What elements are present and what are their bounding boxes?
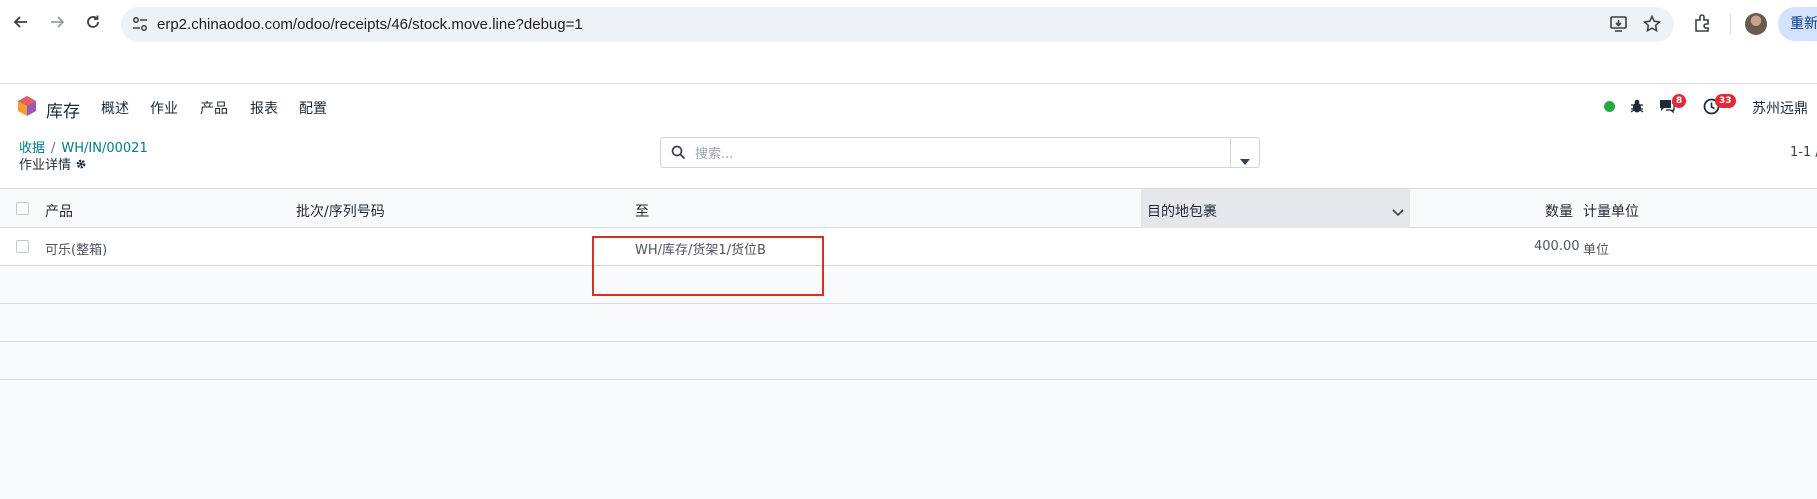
chevron-down-icon[interactable] xyxy=(1392,202,1404,221)
table-header: 产品 批次/序列号码 至 目的地包裹 数量 计量单位 xyxy=(0,188,1817,228)
cell-product[interactable]: 可乐(整箱) xyxy=(45,239,107,258)
search-options-toggle[interactable] xyxy=(1230,137,1260,168)
search-input[interactable] xyxy=(693,142,1197,166)
bookmarks-bar xyxy=(0,50,1817,84)
pager-value[interactable]: 1-1 / xyxy=(1790,145,1817,160)
inventory-app-icon[interactable] xyxy=(16,95,38,121)
search-bar[interactable] xyxy=(660,137,1259,168)
annotation-highlight-box xyxy=(592,236,824,296)
divider xyxy=(1730,14,1731,34)
site-settings-icon[interactable] xyxy=(131,15,149,37)
page-title: 作业详情 xyxy=(19,154,87,174)
browser-toolbar: erp2.chinaodoo.com/odoo/receipts/46/stoc… xyxy=(0,0,1817,51)
empty-row xyxy=(0,266,1817,304)
company-switcher[interactable]: 苏州远鼎 xyxy=(1752,98,1808,118)
page-title-text: 作业详情 xyxy=(19,158,72,173)
empty-row xyxy=(0,342,1817,380)
row-checkbox[interactable] xyxy=(16,240,29,253)
url-text[interactable]: erp2.chinaodoo.com/odoo/receipts/46/stoc… xyxy=(157,16,583,33)
control-panel: 收据/WH/IN/00021 作业详情 1-1 / xyxy=(0,130,1817,188)
list-view: 产品 批次/序列号码 至 目的地包裹 数量 计量单位 可乐(整箱) WH/库存/… xyxy=(0,188,1817,499)
reload-button[interactable] xyxy=(81,12,105,36)
menu-configuration[interactable]: 配置 xyxy=(299,98,327,118)
cell-quantity[interactable]: 400.00 xyxy=(1534,239,1580,254)
column-to[interactable]: 至 xyxy=(635,201,649,221)
arrow-right-icon xyxy=(49,14,65,34)
select-all-checkbox[interactable] xyxy=(16,202,29,215)
extensions-icon[interactable] xyxy=(1692,12,1714,38)
profile-avatar[interactable] xyxy=(1745,13,1767,35)
caret-down-icon xyxy=(1240,150,1250,169)
cell-uom[interactable]: 单位 xyxy=(1583,239,1609,258)
column-quantity[interactable]: 数量 xyxy=(1545,201,1573,221)
gear-icon[interactable] xyxy=(75,158,87,174)
back-button[interactable] xyxy=(9,12,33,36)
forward-button[interactable] xyxy=(45,12,69,36)
bookmark-star-icon[interactable] xyxy=(1642,14,1662,38)
messages-count-badge: 8 xyxy=(1672,94,1687,108)
menu-products[interactable]: 产品 xyxy=(200,98,228,118)
online-status-icon xyxy=(1604,101,1615,112)
bug-icon[interactable] xyxy=(1629,98,1645,118)
column-uom[interactable]: 计量单位 xyxy=(1583,201,1639,221)
activities-count-badge: 33 xyxy=(1715,94,1736,108)
install-app-icon[interactable] xyxy=(1609,14,1629,38)
menu-overview[interactable]: 概述 xyxy=(101,98,129,118)
column-lot[interactable]: 批次/序列号码 xyxy=(296,201,385,221)
search-icon xyxy=(671,145,686,164)
column-product[interactable]: 产品 xyxy=(45,201,73,221)
arrow-left-icon xyxy=(13,14,29,34)
table-row[interactable]: 可乐(整箱) WH/库存/货架1/货位B 400.00 单位 xyxy=(0,228,1817,266)
column-dest-package[interactable]: 目的地包裹 xyxy=(1147,201,1217,221)
empty-row xyxy=(0,304,1817,342)
reload-icon xyxy=(85,14,101,34)
menu-reporting[interactable]: 报表 xyxy=(250,98,278,118)
address-bar[interactable]: erp2.chinaodoo.com/odoo/receipts/46/stoc… xyxy=(121,7,1674,42)
relaunch-button[interactable]: 重新启 xyxy=(1778,7,1817,41)
odoo-navbar: 库存 概述 作业 产品 报表 配置 8 33 苏州远鼎 xyxy=(0,84,1817,130)
menu-operations[interactable]: 作业 xyxy=(150,98,178,118)
app-name[interactable]: 库存 xyxy=(46,97,80,122)
